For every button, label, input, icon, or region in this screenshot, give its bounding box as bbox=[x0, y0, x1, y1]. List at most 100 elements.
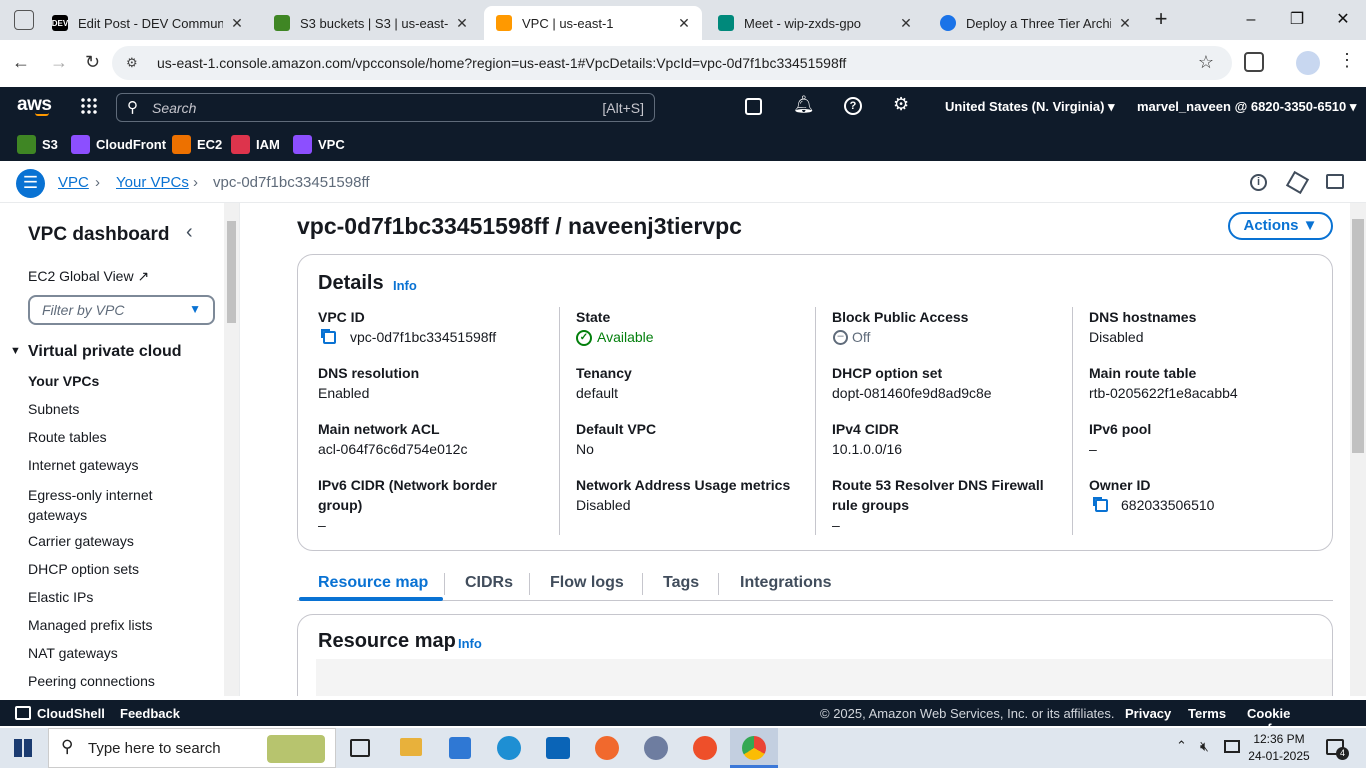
breadcrumb-your-vpcs[interactable]: Your VPCs bbox=[116, 174, 189, 191]
favorite-cloudfront[interactable]: CloudFront bbox=[71, 133, 166, 155]
services-grid-icon[interactable] bbox=[80, 97, 98, 115]
field-label: Default VPC bbox=[576, 421, 657, 437]
section-expand-icon[interactable]: ▼ bbox=[10, 345, 21, 357]
close-tab-icon[interactable]: ✕ bbox=[676, 15, 692, 32]
network-icon[interactable] bbox=[1224, 740, 1240, 753]
filter-by-vpc-select[interactable]: Filter by VPC ▼ bbox=[28, 295, 215, 325]
site-info-icon[interactable]: ⚙ bbox=[126, 55, 138, 71]
bookmark-star-icon[interactable]: ☆ bbox=[1198, 52, 1214, 73]
main-scroll-thumb[interactable] bbox=[1352, 219, 1364, 453]
copy-icon[interactable] bbox=[1095, 499, 1108, 512]
restore-button[interactable]: ❐ bbox=[1274, 6, 1320, 34]
sidebar-item-egress-only-gateways[interactable]: Egress-only internet gateways bbox=[28, 485, 188, 525]
info-link[interactable]: Info bbox=[393, 278, 417, 293]
sidebar-item-nat-gateways[interactable]: NAT gateways bbox=[28, 645, 118, 661]
tab-tags[interactable]: Tags bbox=[663, 574, 699, 592]
sidebar-item-elastic-ips[interactable]: Elastic IPs bbox=[28, 589, 93, 605]
sidebar-item-route-tables[interactable]: Route tables bbox=[28, 429, 107, 445]
taskbar-date[interactable]: 24-01-2025 bbox=[1247, 749, 1311, 763]
actions-button[interactable]: Actions ▼ bbox=[1228, 212, 1333, 240]
gear-icon[interactable]: ⚙ bbox=[893, 94, 909, 115]
back-icon[interactable]: ← bbox=[12, 52, 30, 73]
dhcp-option-set-link[interactable]: dopt-081460fe9d8ad9c8e bbox=[832, 385, 992, 401]
sidebar-item-subnets[interactable]: Subnets bbox=[28, 401, 79, 417]
firefox-dev-icon[interactable] bbox=[693, 736, 717, 760]
taskbar-search-input[interactable]: ⚲ Type here to search bbox=[48, 728, 336, 768]
browser-tab[interactable]: Meet - wip-zxds-gpo ✕ bbox=[706, 6, 924, 40]
close-tab-icon[interactable]: ✕ bbox=[1117, 15, 1133, 32]
search-input[interactable]: ⚲ Search [Alt+S] bbox=[116, 93, 655, 122]
account-menu[interactable]: marvel_naveen @ 6820-3350-6510 ▾ bbox=[1137, 99, 1356, 115]
favorite-iam[interactable]: IAM bbox=[231, 133, 280, 155]
sidebar-item-managed-prefix-lists[interactable]: Managed prefix lists bbox=[28, 617, 153, 633]
field-label: Route 53 Resolver DNS Firewall bbox=[832, 477, 1044, 493]
close-window-button[interactable]: ✕ bbox=[1320, 6, 1366, 34]
taskbar-time[interactable]: 12:36 PM bbox=[1253, 732, 1305, 746]
task-view-icon[interactable] bbox=[350, 739, 370, 757]
close-tab-icon[interactable]: ✕ bbox=[898, 15, 914, 32]
new-tab-button[interactable]: + bbox=[1150, 8, 1172, 32]
sidebar-scroll-thumb[interactable] bbox=[227, 221, 236, 323]
browser-tab[interactable]: Deploy a Three Tier Architec ✕ bbox=[928, 6, 1143, 40]
windows-start-icon[interactable] bbox=[14, 739, 32, 757]
main-route-table-link[interactable]: rtb-0205622f1e8acabb4 bbox=[1089, 385, 1238, 401]
show-hidden-icons-icon[interactable]: ⌃ bbox=[1176, 738, 1187, 754]
privacy-link[interactable]: Privacy bbox=[1125, 706, 1171, 721]
region-selector[interactable]: United States (N. Virginia) ▾ bbox=[945, 99, 1115, 115]
minimize-button[interactable]: – bbox=[1228, 6, 1274, 34]
sidebar-item-peering-connections[interactable]: Peering connections bbox=[28, 673, 155, 689]
favorite-ec2[interactable]: EC2 bbox=[172, 133, 222, 155]
breadcrumb-vpc[interactable]: VPC bbox=[58, 174, 89, 191]
hexagon-icon[interactable] bbox=[1285, 170, 1310, 195]
sidebar-item-ec2-global-view[interactable]: EC2 Global View ↗ bbox=[28, 268, 149, 285]
sidebar-title[interactable]: VPC dashboard bbox=[28, 224, 169, 246]
browser-tab[interactable]: DEV Edit Post - DEV Community ✕ bbox=[40, 6, 255, 40]
profile-avatar[interactable] bbox=[1296, 51, 1320, 75]
ec2-icon bbox=[172, 134, 191, 154]
main-network-acl-link[interactable]: acl-064f76c6d754e012c bbox=[318, 441, 467, 457]
edge-icon[interactable] bbox=[497, 736, 521, 760]
tab-integrations[interactable]: Integrations bbox=[740, 574, 832, 592]
terms-link[interactable]: Terms bbox=[1188, 706, 1226, 721]
tab-search-icon[interactable] bbox=[14, 10, 34, 30]
tab-cidrs[interactable]: CIDRs bbox=[465, 574, 513, 592]
close-tab-icon[interactable]: ✕ bbox=[229, 15, 245, 32]
tab-resource-map[interactable]: Resource map bbox=[318, 574, 428, 592]
reload-icon[interactable]: ↻ bbox=[85, 52, 100, 73]
cloudshell-icon[interactable] bbox=[745, 98, 762, 115]
volume-muted-icon[interactable]: 🔇︎ bbox=[1200, 738, 1209, 755]
info-link[interactable]: Info bbox=[458, 636, 482, 651]
file-explorer-icon[interactable] bbox=[400, 738, 422, 756]
notifications-panel-icon[interactable] bbox=[1326, 174, 1344, 189]
tab-flow-logs[interactable]: Flow logs bbox=[550, 574, 624, 592]
browser-tab-active[interactable]: VPC | us-east-1 ✕ bbox=[484, 6, 702, 40]
sidebar-item-dhcp-option-sets[interactable]: DHCP option sets bbox=[28, 561, 139, 577]
menu-hamburger-icon[interactable]: ☰ bbox=[16, 169, 45, 198]
copy-icon[interactable] bbox=[323, 331, 336, 344]
info-panel-icon[interactable]: i bbox=[1250, 174, 1267, 191]
cloudshell-link[interactable]: CloudShell bbox=[37, 706, 105, 721]
app-icon[interactable] bbox=[644, 736, 668, 760]
sidebar-item-your-vpcs[interactable]: Your VPCs bbox=[28, 373, 99, 389]
forward-icon[interactable]: → bbox=[50, 52, 68, 73]
extensions-icon[interactable] bbox=[1244, 52, 1264, 72]
collapse-sidebar-icon[interactable]: ‹ bbox=[186, 221, 193, 244]
sidebar-item-carrier-gateways[interactable]: Carrier gateways bbox=[28, 533, 134, 549]
menu-kebab-icon[interactable]: ⋮ bbox=[1338, 50, 1356, 71]
help-icon[interactable]: ? bbox=[844, 97, 862, 115]
sidebar-item-internet-gateways[interactable]: Internet gateways bbox=[28, 457, 139, 473]
sidebar-scrollbar[interactable] bbox=[224, 203, 239, 696]
bell-icon[interactable]: 🔔︎ bbox=[793, 95, 815, 115]
main-scrollbar[interactable] bbox=[1350, 203, 1366, 696]
browser-tab[interactable]: S3 buckets | S3 | us-east-2 ✕ bbox=[262, 6, 480, 40]
chrome-taskbar-button[interactable] bbox=[730, 728, 778, 768]
url-field[interactable]: ⚙ us-east-1.console.amazon.com/vpcconsol… bbox=[112, 46, 1232, 80]
close-tab-icon[interactable]: ✕ bbox=[454, 15, 470, 32]
favorite-vpc[interactable]: VPC bbox=[293, 133, 345, 155]
microsoft-store-icon[interactable] bbox=[449, 737, 471, 759]
firefox-icon[interactable] bbox=[595, 736, 619, 760]
favorite-s3[interactable]: S3 bbox=[17, 133, 58, 155]
outlook-icon[interactable] bbox=[546, 737, 570, 759]
feedback-link[interactable]: Feedback bbox=[120, 706, 180, 721]
sidebar-section-title[interactable]: Virtual private cloud bbox=[28, 343, 182, 361]
